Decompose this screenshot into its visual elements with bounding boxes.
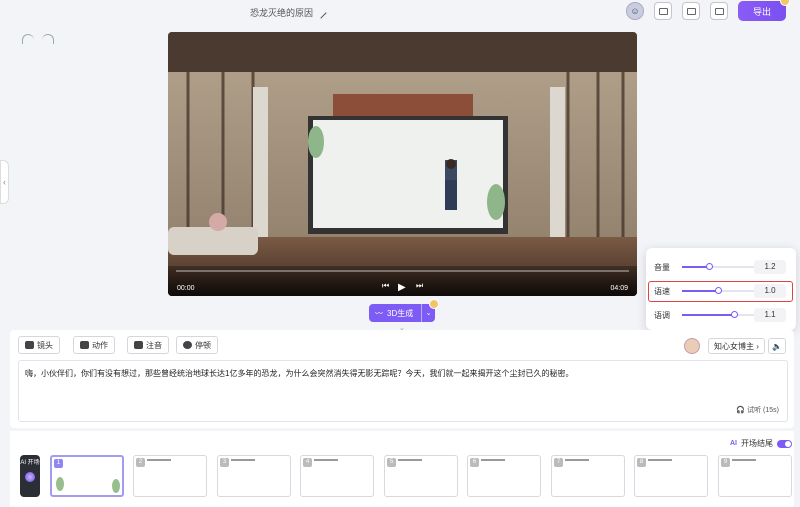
scene-caption: [481, 459, 505, 461]
redo-icon[interactable]: [42, 34, 54, 44]
top-bar: 恐龙灭绝的原因 ☺ 导出: [0, 0, 800, 26]
share-icon[interactable]: [682, 2, 700, 20]
voice-avatar[interactable]: [684, 338, 700, 354]
scene-number: 6: [470, 458, 479, 467]
opening-ending-toggle[interactable]: [777, 439, 792, 448]
generate-3d-button[interactable]: 〰 3D生成 ⌄: [369, 299, 439, 322]
mail-icon[interactable]: [654, 2, 672, 20]
scene-caption: [398, 459, 422, 461]
edit-pen-icon[interactable]: [315, 6, 327, 19]
scene-caption: [565, 459, 589, 461]
vip-badge-icon: [780, 0, 790, 6]
folder-icon[interactable]: [710, 2, 728, 20]
phonetic-button[interactable]: 注音: [127, 336, 169, 354]
scene-thumbnail[interactable]: 6: [467, 455, 541, 497]
action-label: 动作: [92, 340, 108, 350]
scene-number: 1: [54, 459, 63, 468]
scene-caption: [231, 459, 255, 461]
volume-slider-thumb[interactable]: [706, 263, 714, 270]
pause-icon: [183, 341, 192, 349]
undo-icon[interactable]: [22, 34, 34, 44]
next-icon[interactable]: ⏭: [416, 281, 423, 291]
ai-opening-label: AI 开场: [20, 460, 40, 466]
export-label: 导出: [752, 6, 771, 17]
camera-button[interactable]: 镜头: [18, 336, 60, 354]
document-title-text: 恐龙灭绝的原因: [250, 8, 314, 18]
scene-thumbnail[interactable]: 9: [718, 455, 792, 497]
video-preview[interactable]: 00:00 ⏮ ▶ ⏭ 04:09: [168, 32, 637, 296]
voice-select-button[interactable]: 知心女博主 ›: [708, 338, 765, 354]
scene-caption: [147, 459, 171, 461]
preview-audio-button[interactable]: 🎧 试听 (15s): [736, 405, 779, 415]
scene-number: 2: [136, 458, 145, 467]
volume-label: 音量: [654, 262, 670, 272]
volume-slider-fill: [682, 266, 710, 268]
script-textarea[interactable]: 嗨，小伙伴们，你们有没有想过，那些曾经统治地球长达1亿多年的恐龙，为什么会突然消…: [18, 360, 788, 422]
script-editor: 镜头 动作 注音 停顿 知心女博主 › 🔈 嗨，小伙伴们，你们有没有想过，那些曾…: [10, 330, 794, 428]
ai-badge: AI: [730, 440, 737, 447]
pause-button[interactable]: 停顿: [176, 336, 218, 354]
speed-row-highlight: [648, 281, 793, 302]
opening-ending-label: 开场结尾: [741, 439, 773, 448]
scene-thumbnail[interactable]: 3: [217, 455, 291, 497]
pitch-slider[interactable]: [682, 311, 754, 318]
previous-icon[interactable]: ⏮: [382, 281, 389, 291]
volume-slider[interactable]: [682, 263, 754, 270]
total-time: 04:09: [610, 285, 628, 292]
export-button[interactable]: 导出: [738, 0, 790, 21]
scene-number: 8: [637, 458, 646, 467]
scene-number: 4: [303, 458, 312, 467]
action-button[interactable]: 动作: [73, 336, 115, 354]
pause-label: 停顿: [195, 340, 211, 350]
scene-number: 3: [220, 458, 229, 467]
scene-thumbnail[interactable]: 1: [50, 455, 124, 497]
avatar-icon[interactable]: ☺: [626, 2, 644, 20]
current-time: 00:00: [177, 285, 195, 292]
scene-thumbnail[interactable]: 7: [551, 455, 625, 497]
scene-caption: [648, 459, 672, 461]
play-icon[interactable]: ▶: [398, 282, 406, 293]
document-title[interactable]: 恐龙灭绝的原因: [250, 6, 327, 19]
trend-icon: 〰: [375, 308, 383, 318]
phonetic-label: 注音: [146, 340, 162, 350]
leaf-decoration: [112, 479, 120, 493]
scene-thumbnail[interactable]: 5: [384, 455, 458, 497]
voice-name: 知心女博主: [714, 341, 754, 351]
pitch-slider-fill: [682, 314, 734, 316]
scene-caption: [732, 459, 756, 461]
speaker-icon[interactable]: 🔈: [768, 338, 786, 354]
preview-label: 试听 (15s): [747, 407, 779, 414]
scene-caption: [314, 459, 338, 461]
vip-badge-icon: [429, 299, 439, 309]
playback-progress-bar[interactable]: [176, 270, 629, 272]
ai-opening-button[interactable]: AI 开场: [20, 455, 40, 497]
volume-value[interactable]: 1.2: [754, 260, 786, 274]
volume-row: 音量 1.2: [654, 258, 788, 276]
scene-thumbnail[interactable]: 8: [634, 455, 708, 497]
pitch-label: 语调: [654, 310, 670, 320]
scene-background: [168, 32, 637, 296]
pitch-slider-thumb[interactable]: [730, 311, 738, 318]
leaf-decoration: [56, 477, 64, 491]
action-icon: [80, 341, 89, 349]
chevron-right-icon: ›: [754, 341, 759, 351]
ai-orb-icon: [25, 472, 35, 482]
scene-number: 7: [554, 458, 563, 467]
phonetic-icon: [134, 341, 143, 349]
sidebar-collapse-button[interactable]: ‹: [0, 160, 9, 204]
pitch-row: 语调 1.1: [654, 306, 788, 324]
scene-timeline: AI 开场结尾 AI 开场 1 2 3 4 5 6 7 8 9: [10, 431, 794, 507]
scene-thumbnail[interactable]: 2: [133, 455, 207, 497]
camera-label: 镜头: [37, 340, 53, 350]
scene-number: 5: [387, 458, 396, 467]
scene-thumbnail[interactable]: 4: [300, 455, 374, 497]
generate-3d-label: 3D生成: [387, 308, 414, 318]
scene-number: 9: [721, 458, 730, 467]
opening-ending-toggle-row: AI 开场结尾: [730, 438, 792, 449]
pitch-value[interactable]: 1.1: [754, 308, 786, 322]
script-text: 嗨，小伙伴们，你们有没有想过，那些曾经统治地球长达1亿多年的恐龙，为什么会突然消…: [25, 369, 574, 378]
camera-icon: [25, 341, 34, 349]
player-controls: 00:00 ⏮ ▶ ⏭ 04:09: [168, 266, 637, 296]
